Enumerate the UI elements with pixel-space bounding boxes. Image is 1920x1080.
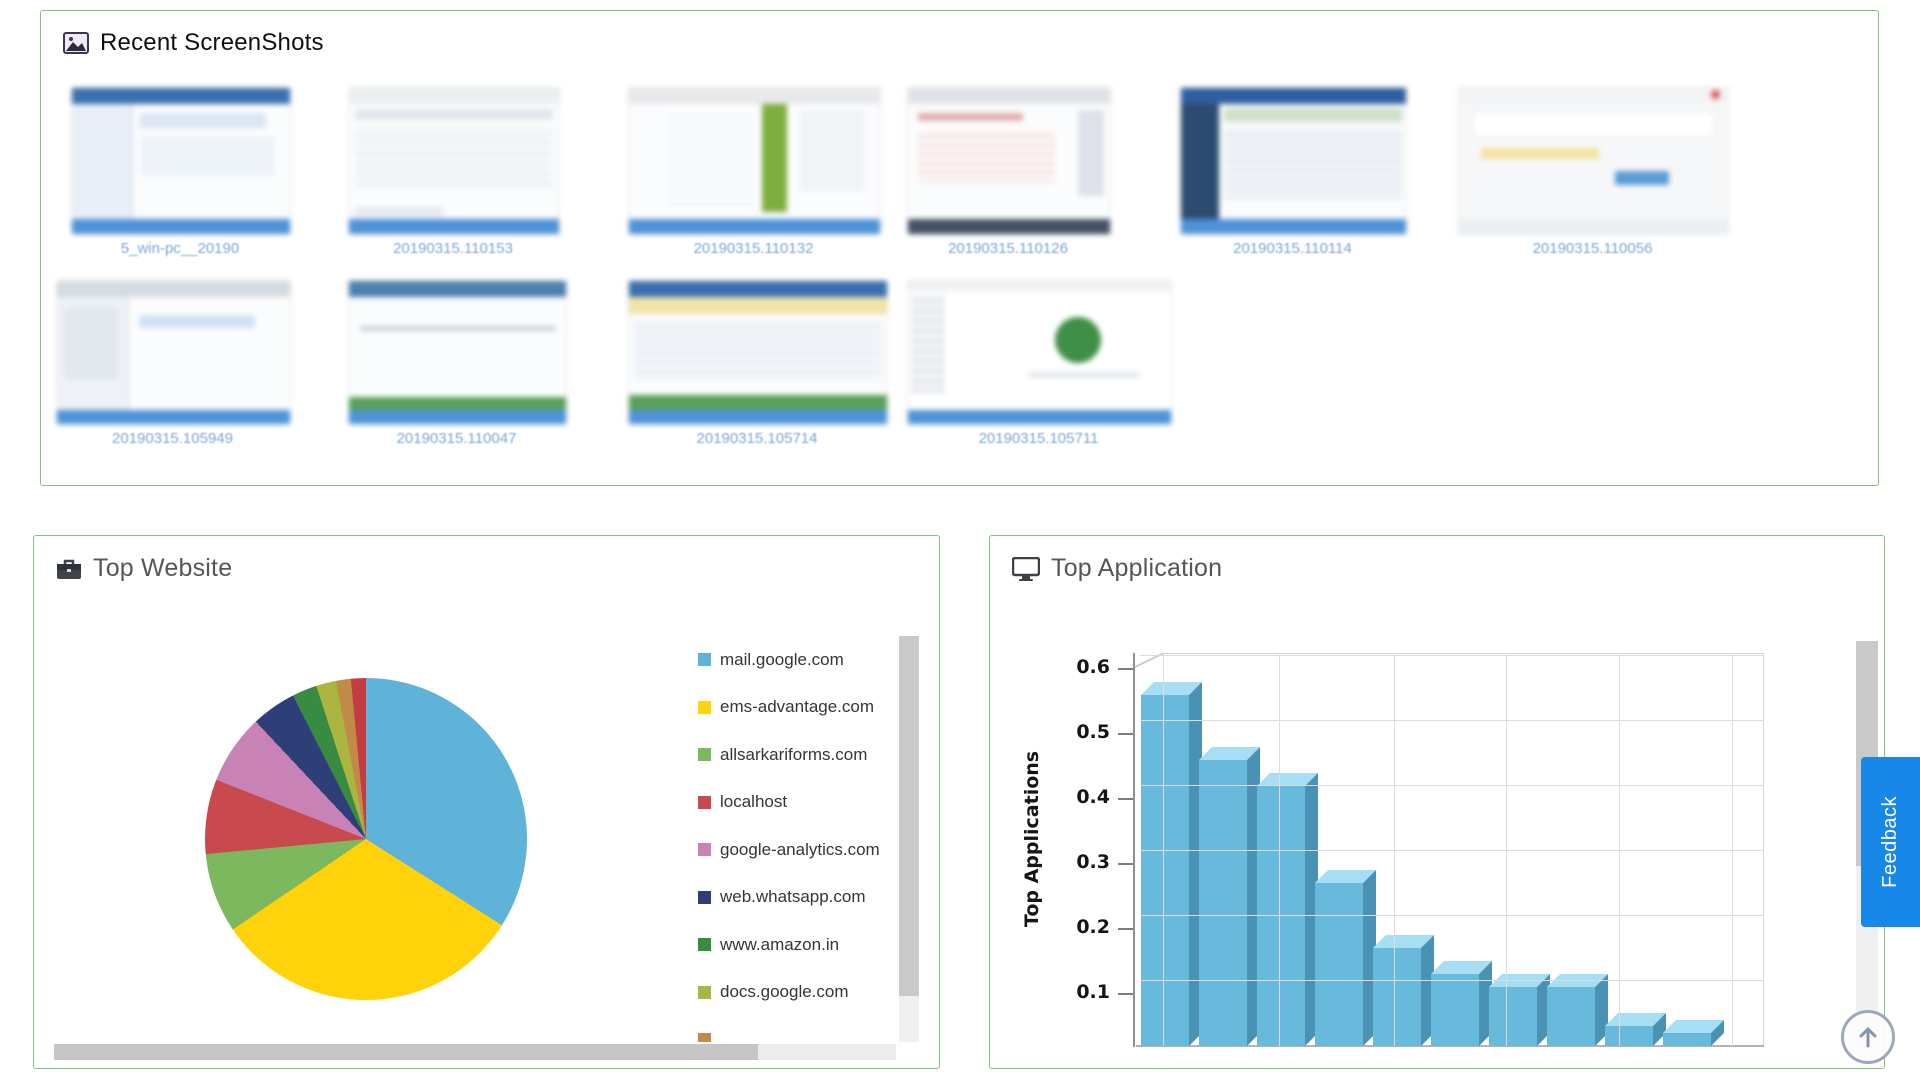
gridline	[1506, 653, 1507, 1046]
scroll-to-top-button[interactable]	[1841, 1010, 1895, 1064]
gridline	[1140, 980, 1764, 981]
gridline	[1619, 653, 1620, 1046]
legend-marker	[698, 843, 711, 856]
screenshot-image[interactable]	[56, 280, 291, 425]
top-website-panel: Top Website mail.google.com ems-advantage…	[33, 535, 940, 1069]
screenshot-label: 20190315.105949	[56, 430, 289, 447]
screenshot-thumbnail[interactable]: 20190315.105711	[907, 280, 1170, 447]
screenshot-image[interactable]	[907, 280, 1172, 425]
window-titlebar	[57, 281, 290, 297]
y-axis-label: Top Applications	[1021, 709, 1043, 969]
y-tick-label: 0.1	[1060, 981, 1110, 1003]
gridline	[1140, 915, 1764, 916]
horizontal-scrollbar[interactable]	[54, 1044, 896, 1060]
gridline	[1732, 653, 1733, 1046]
briefcase-icon	[56, 557, 82, 581]
legend-marker	[698, 986, 711, 999]
legend-label: docs.google.com	[720, 982, 902, 1002]
window-taskbar	[57, 410, 290, 424]
y-tick	[1118, 863, 1133, 865]
y-tick	[1118, 668, 1133, 670]
window-taskbar	[629, 410, 887, 424]
y-tick-label: 0.2	[1060, 916, 1110, 938]
bar[interactable]	[1257, 786, 1305, 1046]
gridline	[1140, 655, 1764, 656]
legend-label: www.amazon.in	[720, 935, 902, 955]
screenshot-thumbnail[interactable]: 20190315.105714	[628, 280, 886, 447]
bars-plot	[1136, 649, 1764, 1046]
scrollbar-thumb[interactable]	[899, 636, 919, 996]
gridline	[1140, 785, 1764, 786]
bar[interactable]	[1489, 987, 1537, 1046]
bar[interactable]	[1315, 883, 1363, 1046]
window-body	[629, 297, 887, 410]
feedback-label: Feedback	[1879, 796, 1902, 888]
window-titlebar	[349, 281, 566, 297]
window-titlebar	[629, 281, 887, 297]
legend-label: web.whatsapp.com	[720, 887, 902, 907]
window-body	[908, 291, 1171, 410]
top-application-chart: Top Applications 0.1 0.2 0.3 0.4 0.5 0.6	[990, 536, 1884, 1068]
bar[interactable]	[1199, 760, 1247, 1046]
legend-label: mail.google.com	[720, 650, 902, 670]
screenshot-label: 20190315.105711	[907, 430, 1170, 447]
bar[interactable]	[1605, 1026, 1653, 1046]
top-application-panel: Top Application Top Applications 0.10.20…	[989, 535, 1885, 1069]
screenshot-label: 20190315.110047	[348, 430, 565, 447]
screenshots-row: 20190315.105949 20190315.110047 20190315.1…	[41, 11, 1878, 485]
bar[interactable]	[1547, 987, 1595, 1046]
y-tick	[1118, 928, 1133, 930]
y-tick-label: 0.4	[1060, 786, 1110, 808]
y-tick	[1118, 798, 1133, 800]
screenshot-image[interactable]	[348, 280, 567, 425]
y-tick-label: 0.3	[1060, 851, 1110, 873]
panel-header: Top Website	[56, 554, 232, 583]
legend-scrollbar[interactable]	[899, 636, 919, 1042]
legend-marker	[698, 701, 711, 714]
scrollbar-thumb[interactable]	[54, 1044, 758, 1060]
screenshot-image[interactable]	[628, 280, 888, 425]
bar[interactable]	[1663, 1033, 1711, 1046]
window-body	[349, 297, 566, 410]
bar[interactable]	[1141, 695, 1189, 1046]
gridline	[1163, 653, 1164, 1046]
legend-marker	[698, 1033, 711, 1042]
y-axis	[1133, 653, 1135, 1047]
window-taskbar	[908, 410, 1171, 424]
legend-marker	[698, 938, 711, 951]
legend-label: localhost	[720, 792, 902, 812]
legend-marker	[698, 653, 711, 666]
screenshot-thumbnail[interactable]: 20190315.105949	[56, 280, 289, 447]
legend-marker	[698, 796, 711, 809]
recent-screenshots-panel: Recent ScreenShots 5_win-pc__20190201903…	[40, 10, 1879, 486]
bar[interactable]	[1373, 948, 1421, 1046]
gridline	[1140, 850, 1764, 851]
gridline	[1140, 720, 1764, 721]
legend-label: google-analytics.com	[720, 840, 902, 860]
y-tick	[1118, 993, 1133, 995]
y-tick	[1118, 733, 1133, 735]
feedback-button[interactable]: Feedback	[1861, 757, 1920, 927]
top-websites-pie-chart[interactable]	[205, 678, 527, 1000]
screenshot-thumbnail[interactable]: 20190315.110047	[348, 280, 565, 447]
window-taskbar	[349, 410, 566, 424]
bar[interactable]	[1431, 974, 1479, 1046]
panel-title: Top Website	[93, 554, 232, 583]
legend-label: ems-advantage.com	[720, 697, 902, 717]
y-tick-label: 0.5	[1060, 721, 1110, 743]
legend-label: allsarkariforms.com	[720, 745, 902, 765]
screenshot-label: 20190315.105714	[628, 430, 886, 447]
legend-marker	[698, 748, 711, 761]
gridline	[1394, 653, 1395, 1046]
up-arrow-icon	[1853, 1022, 1883, 1052]
gridline	[1279, 653, 1280, 1046]
window-body	[57, 297, 290, 410]
y-tick-label: 0.6	[1060, 656, 1110, 678]
window-titlebar	[908, 281, 1171, 291]
legend-marker	[698, 891, 711, 904]
